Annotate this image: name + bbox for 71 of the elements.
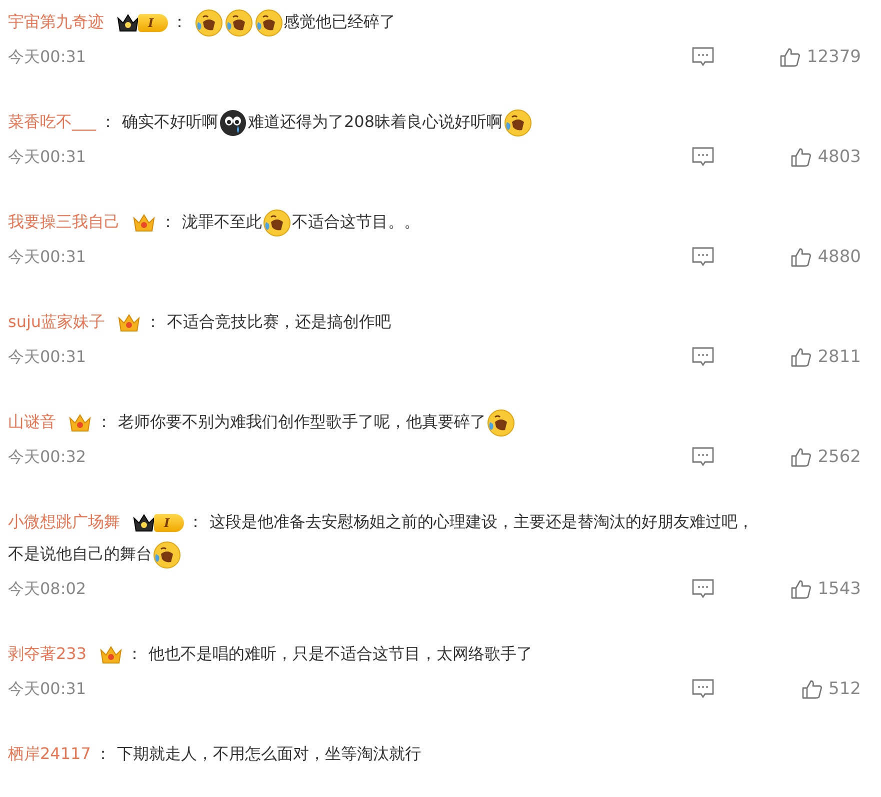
crown-icon bbox=[116, 12, 140, 34]
comment-text: 这段是他准备去安慰杨姐之前的心理建设，主要还是替淘汰的好朋友难过吧， bbox=[210, 512, 754, 531]
colon: ： bbox=[96, 412, 112, 431]
like-button[interactable]: 2811 bbox=[790, 346, 861, 368]
thumbs-up-icon bbox=[790, 446, 812, 468]
username[interactable]: 宇宙第九奇迹 bbox=[8, 12, 104, 31]
comment-icon[interactable] bbox=[691, 446, 715, 468]
colon: ： bbox=[94, 744, 111, 763]
comment-text: 老师你要不别为难我们创作型歌手了呢，他真要碎了 bbox=[118, 412, 486, 431]
comment-icon[interactable] bbox=[691, 46, 715, 68]
laughing-tears-emoji-icon bbox=[254, 8, 283, 37]
like-button[interactable]: 12379 bbox=[778, 46, 861, 68]
crown-icon bbox=[68, 412, 92, 434]
comment-text: 下期就走人，不用怎么面对，坐等淘汰就行 bbox=[116, 744, 421, 763]
timestamp: 今天00:31 bbox=[8, 678, 88, 700]
comment-text: 感觉他已经碎了 bbox=[284, 12, 396, 31]
username[interactable]: suju蓝家妹子 bbox=[8, 312, 106, 331]
level-badge: I bbox=[154, 514, 184, 532]
laughing-tears-emoji-icon bbox=[153, 540, 181, 569]
username[interactable]: 我要操三我自己 bbox=[8, 212, 120, 231]
colon: ： bbox=[188, 512, 204, 531]
laughing-tears-emoji-icon bbox=[263, 208, 291, 237]
laughing-tears-emoji-icon bbox=[224, 8, 253, 37]
like-button[interactable]: 4803 bbox=[790, 146, 861, 168]
username[interactable]: 小微想跳广场舞 bbox=[8, 512, 120, 531]
comment-icon[interactable] bbox=[691, 146, 715, 168]
colon: ： bbox=[100, 112, 116, 131]
laughing-tears-emoji-icon bbox=[194, 8, 223, 37]
comment-text: 不适合竞技比赛，还是搞创作吧 bbox=[167, 312, 392, 331]
comment-text: 难道还得为了208昧着良心说好听啊 bbox=[248, 112, 503, 131]
thumbs-up-icon bbox=[790, 146, 812, 168]
comment-text: 确实不好听啊 bbox=[122, 112, 218, 131]
like-button[interactable]: 4880 bbox=[790, 246, 861, 268]
thumbs-up-icon bbox=[790, 246, 812, 268]
colon: ： bbox=[126, 644, 143, 663]
like-button[interactable]: 2562 bbox=[790, 446, 861, 468]
thumbs-up-icon bbox=[790, 346, 812, 368]
timestamp: 今天00:31 bbox=[8, 346, 88, 368]
colon: ： bbox=[160, 212, 176, 231]
comment-icon[interactable] bbox=[691, 246, 715, 268]
crown-icon bbox=[132, 212, 156, 234]
crown-icon bbox=[132, 512, 156, 534]
username[interactable]: 栖岸24117 bbox=[8, 744, 91, 763]
comment-text: 他也不是唱的难听，只是不适合这节目，太网络歌手了 bbox=[148, 644, 533, 663]
laughing-tears-emoji-icon bbox=[504, 108, 532, 137]
comment-text: 不是说他自己的舞台 bbox=[8, 544, 152, 563]
thumbs-up-icon bbox=[790, 578, 812, 600]
username[interactable]: 菜香吃不___ bbox=[8, 112, 96, 131]
crown-icon bbox=[117, 312, 142, 334]
timestamp: 今天08:02 bbox=[8, 578, 88, 600]
timestamp: 今天00:31 bbox=[8, 46, 88, 68]
colon: ： bbox=[172, 12, 188, 31]
comment-text: 泷罪不至此 bbox=[182, 212, 262, 231]
like-button[interactable]: 1543 bbox=[790, 578, 861, 600]
comment-icon[interactable] bbox=[691, 578, 715, 600]
timestamp: 今天00:31 bbox=[8, 146, 88, 168]
username[interactable]: 剥夺著233 bbox=[8, 644, 87, 663]
thumbs-up-icon bbox=[800, 678, 823, 700]
comment-text: 不适合这节目。。 bbox=[292, 212, 420, 231]
level-badge: I bbox=[138, 14, 168, 32]
timestamp: 今天00:31 bbox=[8, 246, 88, 268]
thumbs-up-icon bbox=[778, 46, 801, 68]
crying-face-emoji-icon bbox=[219, 108, 247, 137]
crown-icon bbox=[98, 644, 123, 666]
colon: ： bbox=[145, 312, 162, 331]
timestamp: 今天00:32 bbox=[8, 446, 88, 468]
comment-icon[interactable] bbox=[691, 678, 715, 700]
laughing-tears-emoji-icon bbox=[487, 408, 515, 437]
like-button[interactable]: 512 bbox=[800, 678, 861, 700]
username[interactable]: 山谜音 bbox=[8, 412, 56, 431]
comment-icon[interactable] bbox=[691, 346, 715, 368]
